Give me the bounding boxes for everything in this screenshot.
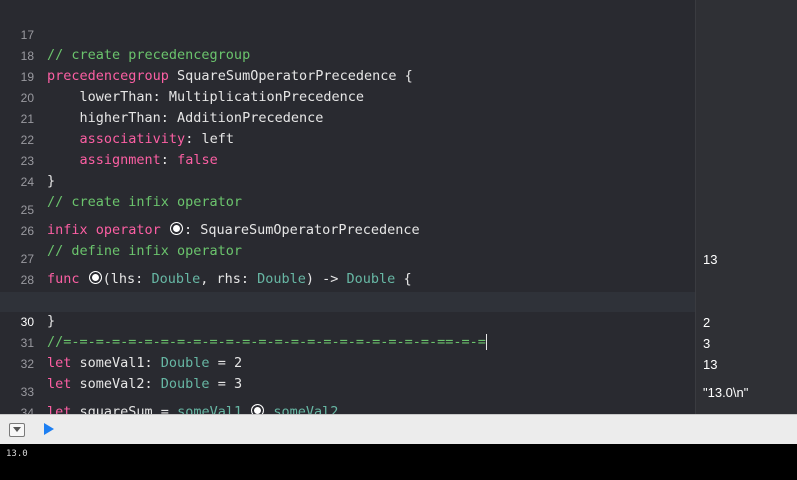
- result-line-32[interactable]: 3: [703, 336, 710, 351]
- console-toggle-icon[interactable]: [9, 423, 25, 437]
- code-line-20[interactable]: 20 higherThan: AdditionPrecedence: [0, 68, 695, 126]
- code-line-29[interactable]: 29 }: [0, 271, 695, 329]
- line-number: 34: [20, 406, 34, 414]
- code-line-21[interactable]: 21 associativity: left: [0, 89, 695, 147]
- code-line-26[interactable]: 26 // define infix operator: [0, 201, 695, 259]
- result-line-31[interactable]: 2: [703, 315, 710, 330]
- code-line-34[interactable]: 34 print(squareSum): [0, 383, 695, 414]
- code-editor[interactable]: 17 // create precedencegroup 18 preceden…: [0, 0, 695, 414]
- code-line-25[interactable]: 25 infix operator : SquareSumOperatorPre…: [0, 180, 695, 238]
- result-line-33[interactable]: 13: [703, 357, 717, 372]
- play-icon[interactable]: [44, 423, 54, 435]
- code-line-33[interactable]: 33 let squareSum = someVal1 someVal2: [0, 362, 695, 414]
- code-line-27[interactable]: 27 func (lhs: Double, rhs: Double) -> Do…: [0, 229, 695, 287]
- code-text: let squareSum = someVal1 someVal2: [47, 402, 338, 414]
- code-line-18[interactable]: 18 precedencegroup SquareSumOperatorPrec…: [0, 26, 695, 84]
- code-line-23[interactable]: 23 }: [0, 131, 695, 189]
- code-line-32[interactable]: 32 let someVal2: Double = 3: [0, 334, 695, 392]
- result-line-28[interactable]: 13: [703, 252, 717, 267]
- debug-toolbar: [0, 414, 797, 444]
- code-line-22[interactable]: 22 assignment: false: [0, 110, 695, 168]
- result-line-34[interactable]: "13.0\n": [703, 385, 748, 400]
- code-line-17[interactable]: 17 // create precedencegroup: [0, 5, 695, 63]
- console-area[interactable]: 13.0: [0, 444, 797, 480]
- code-line-19[interactable]: 19 lowerThan: MultiplicationPrecedence: [0, 47, 695, 105]
- code-line-24[interactable]: 24 // create infix operator: [0, 152, 695, 210]
- code-line-30[interactable]: 30 //=-=-=-=-=-=-=-=-=-=-=-=-=-=-=-=-=-=…: [0, 292, 695, 350]
- custom-operator-icon: [251, 404, 265, 414]
- code-line-28[interactable]: 28 return lhs * lhs + rhs * rhs: [0, 250, 695, 308]
- console-output: 13.0: [6, 449, 28, 459]
- results-sidebar: [695, 0, 797, 414]
- code-line-31[interactable]: 31 let someVal1: Double = 2: [0, 313, 695, 371]
